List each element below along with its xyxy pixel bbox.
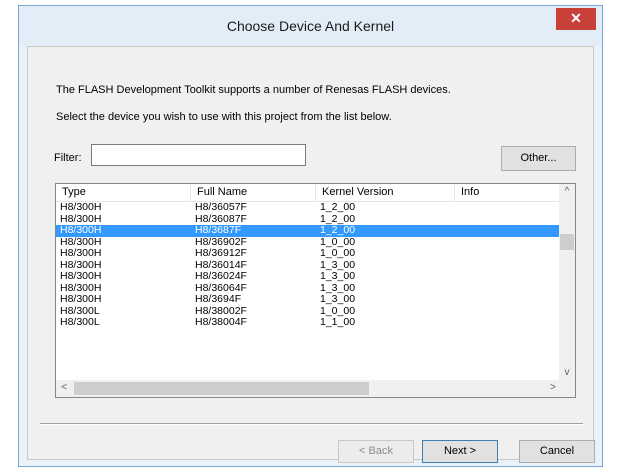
cancel-button[interactable]: Cancel xyxy=(519,440,595,463)
table-row[interactable]: H8/300L H8/38004F 1_1_00 xyxy=(56,316,561,329)
scroll-left-icon[interactable]: < xyxy=(56,380,72,396)
horizontal-scrollbar[interactable]: < > xyxy=(56,380,561,397)
type-cell: H8/300H xyxy=(60,247,102,259)
dialog-body: The FLASH Development Toolkit supports a… xyxy=(27,46,595,463)
table-row[interactable]: H8/300H H8/3687F 1_2_00 xyxy=(56,224,561,237)
table-row[interactable]: H8/300H H8/36014F 1_3_00 xyxy=(56,259,561,272)
column-header-kernel-version[interactable]: Kernel Version xyxy=(316,184,455,201)
table-row[interactable]: H8/300H H8/36064F 1_3_00 xyxy=(56,282,561,295)
type-cell: H8/300H xyxy=(60,270,102,282)
scrollbar-corner xyxy=(559,380,575,397)
filter-input[interactable] xyxy=(91,144,306,166)
back-button[interactable]: < Back xyxy=(338,440,414,463)
full-name-cell: H8/36024F xyxy=(195,270,247,282)
table-row[interactable]: H8/300H H8/3694F 1_3_00 xyxy=(56,293,561,306)
dialog-window: Choose Device And Kernel ✕ The FLASH Dev… xyxy=(18,5,603,467)
other-button[interactable]: Other... xyxy=(501,146,576,171)
title-bar[interactable]: Choose Device And Kernel ✕ xyxy=(19,6,602,46)
column-header-full-name[interactable]: Full Name xyxy=(191,184,316,201)
full-name-cell: H8/3694F xyxy=(195,293,242,305)
type-cell: H8/300H xyxy=(60,293,102,305)
type-cell: H8/300H xyxy=(60,224,102,236)
kernel-version-cell: 1_3_00 xyxy=(320,270,356,282)
intro-text-2: Select the device you wish to use with t… xyxy=(56,111,392,123)
kernel-version-cell: 1_3_00 xyxy=(320,293,356,305)
vertical-scroll-thumb[interactable] xyxy=(560,234,574,250)
filter-label: Filter: xyxy=(54,152,82,164)
next-button[interactable]: Next > xyxy=(422,440,498,463)
footer-divider xyxy=(40,423,583,425)
table-row[interactable]: H8/300H H8/36912F 1_0_00 xyxy=(56,247,561,260)
full-name-cell: H8/38004F xyxy=(195,316,247,328)
intro-text-1: The FLASH Development Toolkit supports a… xyxy=(56,84,451,96)
scroll-down-icon[interactable]: v xyxy=(559,365,575,381)
kernel-version-cell: 1_0_00 xyxy=(320,247,356,259)
horizontal-scroll-thumb[interactable] xyxy=(74,382,369,395)
close-button[interactable]: ✕ xyxy=(556,8,596,30)
type-cell: H8/300H xyxy=(60,201,102,213)
table-row[interactable]: H8/300H H8/36024F 1_3_00 xyxy=(56,270,561,283)
table-row[interactable]: H8/300L H8/38002F 1_0_00 xyxy=(56,305,561,318)
kernel-version-cell: 1_2_00 xyxy=(320,224,356,236)
list-rows: H8/300H H8/36057F 1_2_00 H8/300H H8/36087F 1_… xyxy=(56,201,561,329)
kernel-version-cell: 1_1_00 xyxy=(320,316,356,328)
column-header-type[interactable]: Type xyxy=(56,184,191,201)
kernel-version-cell: 1_2_00 xyxy=(320,201,356,213)
dialog-title: Choose Device And Kernel xyxy=(226,18,395,34)
scroll-up-icon[interactable]: ^ xyxy=(559,184,575,200)
type-cell: H8/300L xyxy=(60,316,100,328)
list-header: Type Full Name Kernel Version Info xyxy=(56,184,561,202)
column-header-info[interactable]: Info xyxy=(455,184,561,201)
table-row[interactable]: H8/300H H8/36902F 1_0_00 xyxy=(56,236,561,249)
device-list[interactable]: Type Full Name Kernel Version Info H8/30… xyxy=(55,183,576,398)
close-icon: ✕ xyxy=(570,10,582,26)
table-row[interactable]: H8/300H H8/36087F 1_2_00 xyxy=(56,213,561,226)
full-name-cell: H8/36057F xyxy=(195,201,247,213)
table-row[interactable]: H8/300H H8/36057F 1_2_00 xyxy=(56,201,561,214)
full-name-cell: H8/36912F xyxy=(195,247,247,259)
vertical-scrollbar[interactable]: ^ v xyxy=(559,184,575,381)
full-name-cell: H8/3687F xyxy=(195,224,242,236)
